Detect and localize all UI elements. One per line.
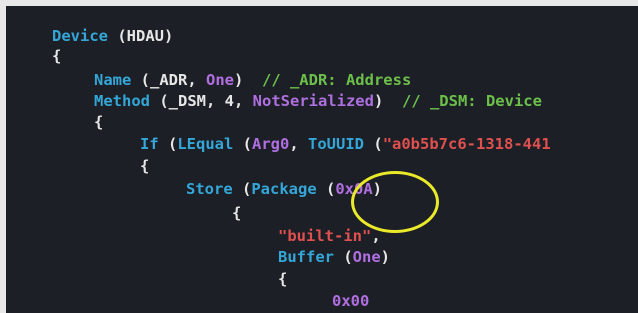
code-line-10: "built-in", bbox=[278, 227, 381, 245]
code-line-3: Name (_ADR, One) // _ADR: Address bbox=[94, 71, 412, 89]
code-line-7: { bbox=[140, 157, 150, 175]
code-line-1: Device (HDAU) bbox=[52, 27, 174, 45]
highlight-circle-annotation bbox=[351, 171, 439, 233]
code-comment: // _ADR: Address bbox=[261, 71, 412, 89]
code-editor: Device (HDAU) { Name (_ADR, One) // _ADR… bbox=[6, 6, 638, 313]
code-line-9: { bbox=[232, 204, 242, 222]
code-line-6: If (LEqual (Arg0, ToUUID ("a0b5b7c6-1318… bbox=[140, 135, 551, 153]
code-line-2: { bbox=[52, 47, 62, 65]
code-line-12: { bbox=[278, 270, 288, 288]
code-line-11: Buffer (One) bbox=[278, 248, 391, 266]
code-line-5: { bbox=[94, 113, 104, 131]
keyword-device: Device bbox=[52, 27, 108, 45]
code-line-13: 0x00 bbox=[332, 292, 370, 310]
code-line-4: Method (_DSM, 4, NotSerialized) // _DSM:… bbox=[94, 92, 542, 110]
code-comment: // _DSM: Device bbox=[401, 92, 542, 110]
